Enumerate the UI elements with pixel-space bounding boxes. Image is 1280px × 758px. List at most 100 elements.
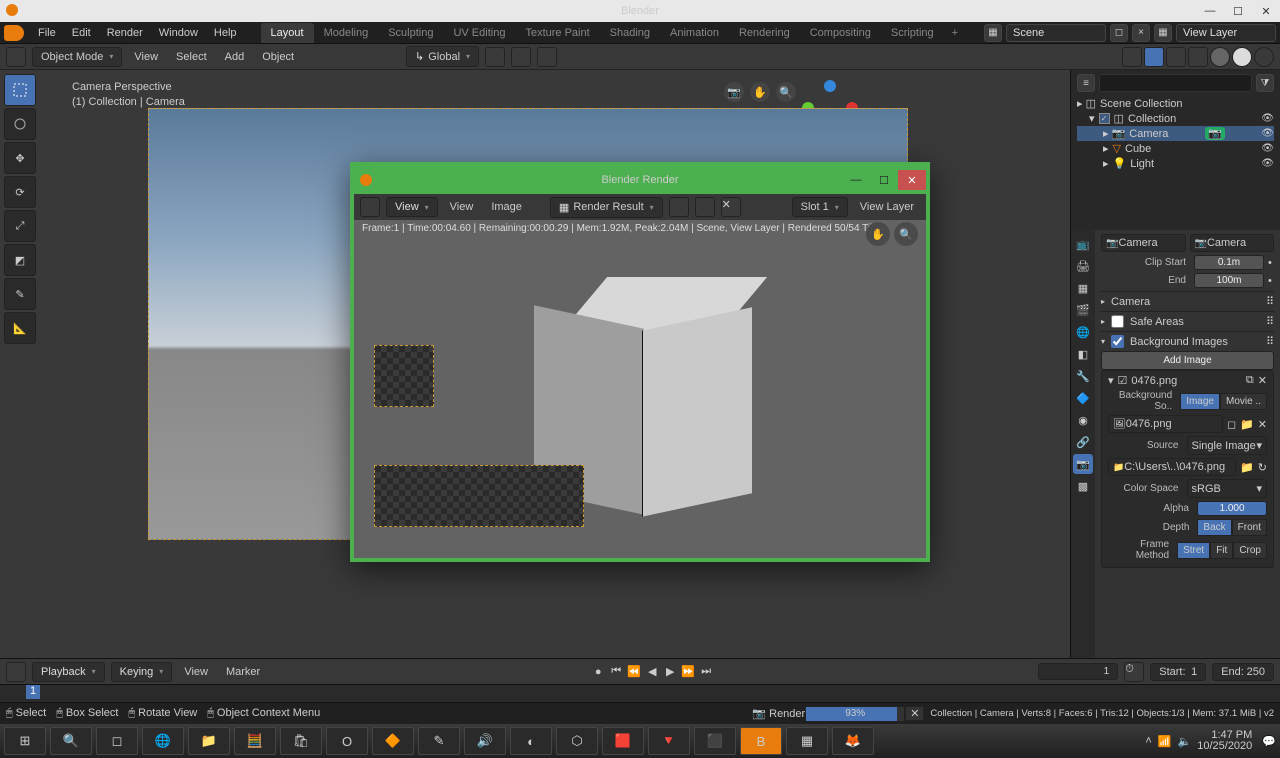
tray-volume-icon[interactable]: 🔈 [1178, 735, 1192, 748]
scene-name-field[interactable]: Scene [1006, 24, 1106, 42]
frame-stretch[interactable]: Stret [1177, 542, 1210, 559]
breadcrumb-object[interactable]: 📷 Camera [1101, 234, 1186, 252]
scene-browse-icon[interactable]: ▦ [984, 24, 1002, 42]
xray-icon[interactable] [1166, 47, 1186, 67]
render-view2[interactable]: View [444, 199, 480, 215]
shading-solid-icon[interactable] [1210, 47, 1230, 67]
timeline-range-icon[interactable]: ⏱ [1124, 662, 1144, 682]
end-frame-field[interactable]: End: 250 [1212, 663, 1274, 681]
outliner-item-light[interactable]: ▸ 💡 Light👁 [1077, 156, 1274, 171]
tray-network-icon[interactable]: 📶 [1158, 735, 1172, 748]
nav-pan-icon[interactable]: ✋ [750, 82, 770, 102]
render-new-icon[interactable] [669, 197, 689, 217]
ptab-physics-icon[interactable]: ◉ [1073, 410, 1093, 430]
gizmo-toggle-icon[interactable] [1122, 47, 1142, 67]
tab-animation[interactable]: Animation [660, 23, 729, 43]
taskbar-app5-icon[interactable]: ▦ [786, 727, 828, 755]
jump-start-icon[interactable]: ⏮ [608, 664, 624, 680]
tool-select-box[interactable] [4, 74, 36, 106]
taskbar-search-icon[interactable]: 🔍 [50, 727, 92, 755]
scene-del-button[interactable]: × [1132, 24, 1150, 42]
tool-cursor[interactable] [4, 108, 36, 140]
ptab-constraint-icon[interactable]: 🔗 [1073, 432, 1093, 452]
timeline-editor-icon[interactable] [6, 662, 26, 682]
orientation-dropdown[interactable]: ↳ Global [406, 46, 479, 67]
tool-rotate[interactable]: ⟳ [4, 176, 36, 208]
jump-end-icon[interactable]: ⏭ [698, 664, 714, 680]
frame-fit[interactable]: Fit [1210, 542, 1233, 559]
filepath-field[interactable]: 📁 C:\Users\..\0476.png [1108, 458, 1236, 476]
menu-window[interactable]: Window [151, 24, 206, 42]
taskbar-taskview-icon[interactable]: ◻ [96, 727, 138, 755]
mode-dropdown[interactable]: Object Mode [32, 47, 122, 67]
outliner-item-camera[interactable]: ▸ 📷 Camera 📷👁 [1077, 126, 1274, 141]
taskbar-store-icon[interactable]: 🛍 [280, 727, 322, 755]
editor-type-icon[interactable] [6, 47, 26, 67]
outliner-filter-icon[interactable]: ⧩ [1256, 74, 1274, 92]
source-dropdown[interactable]: Single Image▾ [1187, 436, 1268, 455]
tab-sculpting[interactable]: Sculpting [378, 23, 443, 43]
tool-transform[interactable]: ◩ [4, 244, 36, 276]
colorspace-dropdown[interactable]: sRGB▾ [1187, 479, 1268, 498]
outliner-display-icon[interactable]: ≡ [1077, 74, 1095, 92]
viewlayer-name-field[interactable]: View Layer [1176, 24, 1276, 42]
breadcrumb-data[interactable]: 📷 Camera [1190, 234, 1275, 252]
taskbar-calc-icon[interactable]: 🧮 [234, 727, 276, 755]
render-image-menu[interactable]: Image [485, 199, 528, 215]
render-slot-dropdown[interactable]: Slot 1 [792, 197, 848, 217]
render-titlebar[interactable]: Blender Render — ☐ ✕ [354, 166, 926, 194]
render-close-button[interactable]: ✕ [898, 170, 926, 190]
tab-shading[interactable]: Shading [600, 23, 660, 43]
ptab-viewlayer-icon[interactable]: ▦ [1073, 278, 1093, 298]
ptab-data-camera-icon[interactable]: 📷 [1073, 454, 1093, 474]
filepath-browse-icon[interactable]: 📁 [1240, 461, 1254, 474]
outliner-scene-collection[interactable]: ▸ ◫ Scene Collection [1077, 96, 1274, 111]
render-pan-icon[interactable]: ✋ [866, 222, 890, 246]
shading-matprev-icon[interactable] [1232, 47, 1252, 67]
keying-dropdown[interactable]: Keying [111, 662, 173, 682]
play-rev-icon[interactable]: ◀ [644, 664, 660, 680]
tab-modeling[interactable]: Modeling [314, 23, 379, 43]
bgimg-remove-icon[interactable]: ✕ [1258, 374, 1267, 387]
timeline-marker[interactable]: Marker [220, 663, 266, 681]
panel-bg-images[interactable]: ▾Background Images⠿ [1101, 331, 1274, 351]
nav-zoom-icon[interactable]: 🔍 [776, 82, 796, 102]
add-image-button[interactable]: Add Image [1101, 351, 1274, 370]
nav-camera-icon[interactable]: 📷 [724, 82, 744, 102]
img-unlink-icon[interactable]: ✕ [1258, 418, 1267, 431]
header-object[interactable]: Object [256, 48, 300, 66]
taskbar-eclipse-icon[interactable]: ◐ [510, 727, 552, 755]
render-zoom-icon[interactable]: 🔍 [894, 222, 918, 246]
playback-dropdown[interactable]: Playback [32, 662, 105, 682]
bgsource-movie[interactable]: Movie .. [1220, 393, 1267, 410]
menu-edit[interactable]: Edit [64, 24, 99, 42]
proportional-icon[interactable] [537, 47, 557, 67]
depth-back[interactable]: Back [1197, 519, 1231, 536]
start-frame-field[interactable]: Start: 1 [1150, 663, 1206, 681]
menu-help[interactable]: Help [206, 24, 245, 42]
tab-layout[interactable]: Layout [261, 23, 314, 43]
taskbar-sound-icon[interactable]: 🔊 [464, 727, 506, 755]
taskbar-opera-icon[interactable]: O [326, 727, 368, 755]
ptab-scene-icon[interactable]: 🎬 [1073, 300, 1093, 320]
img-new-icon[interactable]: ◻ [1227, 418, 1236, 431]
ptab-world-icon[interactable]: 🌐 [1073, 322, 1093, 342]
ptab-output-icon[interactable]: 🖨 [1073, 256, 1093, 276]
panel-safe-areas[interactable]: ▸Safe Areas⠿ [1101, 311, 1274, 331]
start-button[interactable]: ⊞ [4, 727, 46, 755]
ptab-object-icon[interactable]: ◧ [1073, 344, 1093, 364]
filepath-reload-icon[interactable]: ↻ [1258, 461, 1267, 474]
tab-rendering[interactable]: Rendering [729, 23, 800, 43]
outliner-search-input[interactable] [1099, 74, 1252, 92]
tab-texturepaint[interactable]: Texture Paint [515, 23, 599, 43]
menu-render[interactable]: Render [99, 24, 151, 42]
ptab-texture-icon[interactable]: ▩ [1073, 476, 1093, 496]
current-frame-field[interactable]: 1 [1038, 663, 1118, 680]
tool-move[interactable]: ✥ [4, 142, 36, 174]
outliner-collection[interactable]: ▾ ✓ ◫ Collection👁 [1077, 111, 1274, 126]
render-unlink-icon[interactable]: ✕ [721, 197, 741, 217]
tab-compositing[interactable]: Compositing [800, 23, 881, 43]
panel-camera[interactable]: ▸Camera⠿ [1101, 291, 1274, 311]
maximize-button[interactable]: ☐ [1224, 0, 1252, 22]
taskbar-explorer-icon[interactable]: 📁 [188, 727, 230, 755]
